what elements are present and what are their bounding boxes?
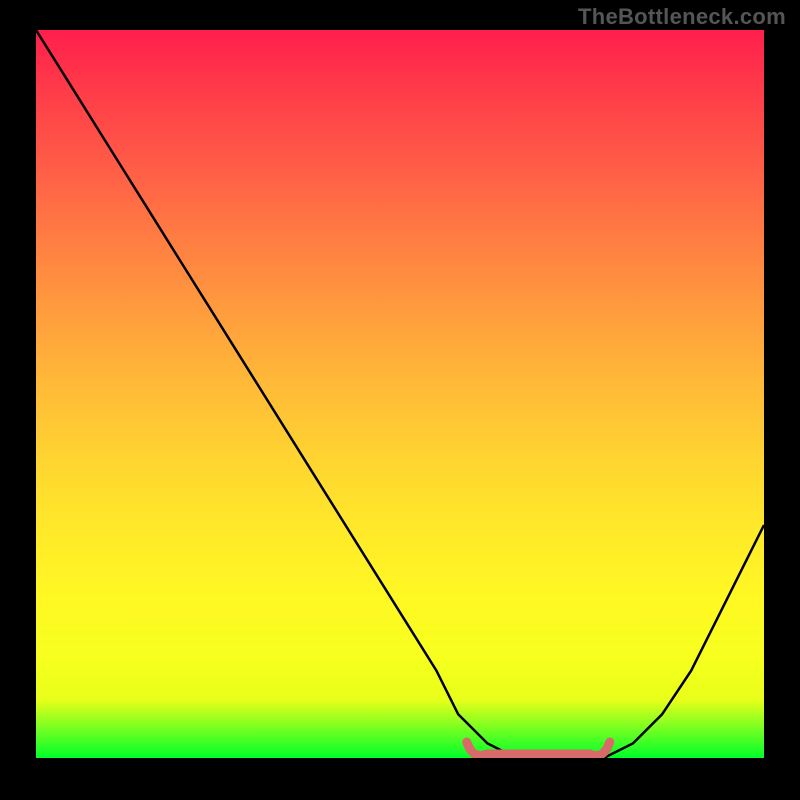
- plot-area: [36, 30, 764, 758]
- min-marker: [36, 30, 764, 758]
- marker-path: [467, 742, 610, 756]
- watermark-text: TheBottleneck.com: [578, 4, 786, 30]
- bottom-border: [0, 760, 800, 800]
- chart-frame: TheBottleneck.com: [0, 0, 800, 800]
